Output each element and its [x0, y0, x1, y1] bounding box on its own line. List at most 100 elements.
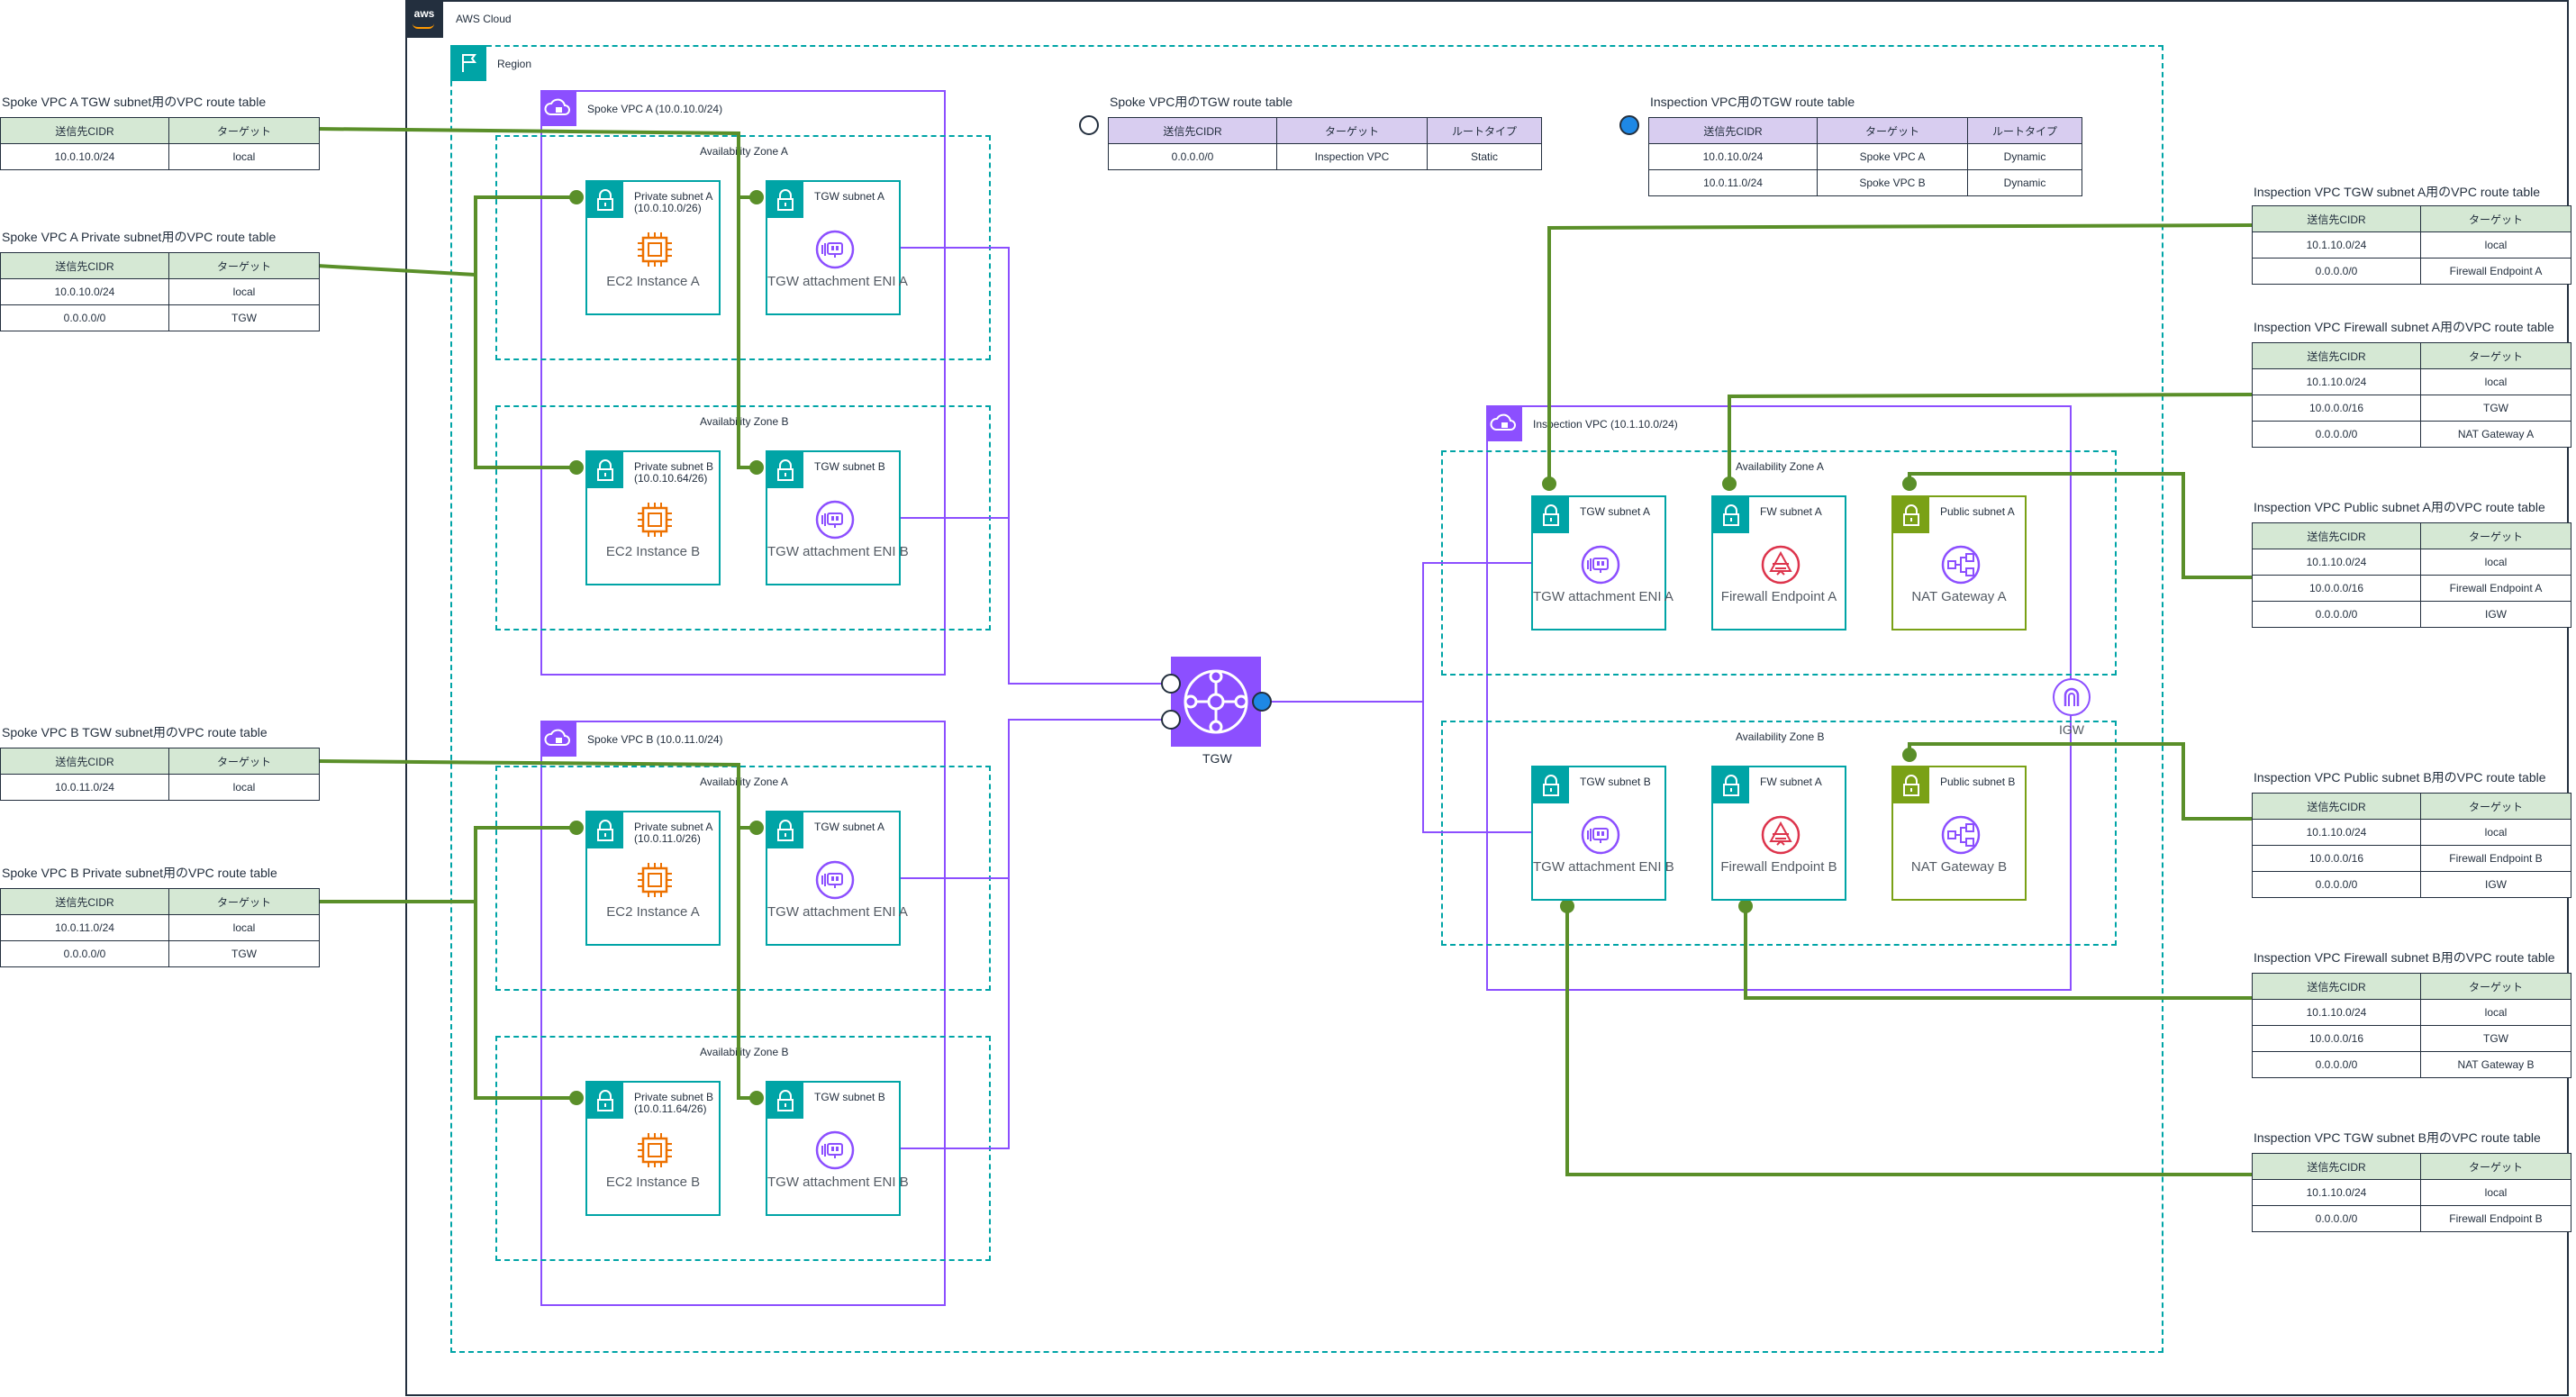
- route-table-title: Inspection VPC用のTGW route table: [1650, 95, 1855, 109]
- az-label: Availability Zone A: [700, 145, 788, 158]
- route-table-title: Inspection VPC TGW subnet A用のVPC route t…: [2254, 185, 2541, 199]
- route-table-cell: 0.0.0.0/0: [2252, 601, 2421, 628]
- route-table-row: 10.1.10.0/24 local: [2252, 1179, 2571, 1206]
- aws-cloud-label: AWS Cloud: [456, 13, 512, 25]
- route-table-spoke-a-priv: 送信先CIDR ターゲット 10.0.10.0/24 local 0.0.0.0/0 TG…: [0, 252, 320, 331]
- route-table-row: 10.1.10.0/24 local: [2252, 549, 2571, 576]
- route-table-row: 0.0.0.0/0 NAT Gateway A: [2252, 421, 2571, 448]
- inspection-tgw-subnet-a[interactable]: TGW subnet A TGW attachment ENI A: [1531, 495, 1673, 630]
- route-table-header-cell: ターゲット: [1276, 117, 1428, 144]
- route-table-row: 10.1.10.0/24 local: [2252, 819, 2571, 846]
- tgw-attachment-eni-icon[interactable]: [814, 1129, 856, 1171]
- tgw-attachment-eni-icon[interactable]: [814, 859, 856, 901]
- spoke-vpc-a-label: Spoke VPC A (10.0.10.0/24): [587, 103, 723, 115]
- route-table-cell: Dynamic: [1967, 169, 2082, 196]
- route-table-spoke-tgw-rt: 送信先CIDR ターゲット ルートタイプ 0.0.0.0/0 Inspection VP…: [1108, 117, 1542, 170]
- transit-gateway[interactable]: [1171, 657, 1261, 747]
- route-table-insp-tgw-b: 送信先CIDR ターゲット 10.1.10.0/24 local 0.0.0.0/0 Fi…: [2252, 1153, 2571, 1232]
- tgw-attachment-eni-icon[interactable]: [814, 229, 856, 270]
- vpc-icon: [1486, 405, 1522, 441]
- route-table-cell: local: [2420, 999, 2571, 1026]
- route-table-cell: 10.0.0.0/16: [2252, 575, 2421, 602]
- route-table-header-row: 送信先CIDR ターゲット: [2252, 793, 2571, 820]
- spoke-a-tgw-subnet-b[interactable]: TGW subnet B TGW attachment ENI B: [766, 450, 909, 585]
- spoke-b-tgw-subnet-b[interactable]: TGW subnet B TGW attachment ENI B: [766, 1081, 909, 1216]
- route-table-header-cell: 送信先CIDR: [2252, 1153, 2421, 1180]
- route-table-cell: Dynamic: [1967, 143, 2082, 170]
- route-table-row: 10.0.0.0/16 Firewall Endpoint A: [2252, 575, 2571, 602]
- firewall-endpoint-label: Firewall Endpoint B: [1720, 859, 1837, 875]
- subnet-label: Private subnet B (10.0.10.64/26): [634, 460, 714, 485]
- route-table-cell: 10.0.10.0/24: [0, 278, 169, 305]
- route-table-header-cell: 送信先CIDR: [2252, 793, 2421, 820]
- ec2-instance-icon[interactable]: [634, 229, 676, 270]
- route-table-cell: local: [2420, 549, 2571, 576]
- inspection-public-subnet-a[interactable]: Public subnet A NAT Gateway A: [1891, 495, 2027, 630]
- route-table-header-cell: ターゲット: [2420, 1153, 2571, 1180]
- spoke-b-private-subnet-b[interactable]: Private subnet B (10.0.11.64/26) EC2 Inst…: [585, 1081, 721, 1216]
- vpc-icon: [540, 721, 576, 757]
- tgw-attachment-port-spoke-a[interactable]: [1161, 674, 1181, 694]
- route-table-row: 10.0.11.0/24 Spoke VPC B Dynamic: [1648, 169, 2082, 196]
- nat-gateway-icon[interactable]: [1940, 814, 1982, 856]
- route-table-row: 10.0.10.0/24 local: [0, 143, 320, 170]
- route-table-title: Spoke VPC A Private subnet用のVPC route ta…: [2, 230, 277, 244]
- tgw-attachment-port-spoke-b[interactable]: [1161, 710, 1181, 730]
- ec2-instance-icon[interactable]: [634, 1129, 676, 1171]
- spoke-b-tgw-subnet-a[interactable]: TGW subnet A TGW attachment ENI A: [766, 811, 908, 946]
- route-table-cell: NAT Gateway A: [2420, 421, 2571, 448]
- route-table-cell: 10.0.0.0/16: [2252, 845, 2421, 872]
- route-table-title: Inspection VPC TGW subnet B用のVPC route t…: [2254, 1130, 2541, 1145]
- tgw-attachment-eni-icon[interactable]: [1580, 814, 1621, 856]
- spoke-a-private-subnet-a[interactable]: Private subnet A (10.0.10.0/26) EC2 Insta…: [585, 180, 721, 315]
- subnet-lock-icon: [1533, 767, 1569, 808]
- route-table-cell: Firewall Endpoint A: [2420, 575, 2571, 602]
- inspection-fw-subnet-b[interactable]: FW subnet A Firewall Endpoint B: [1711, 766, 1846, 901]
- firewall-endpoint-icon[interactable]: [1760, 544, 1801, 585]
- spoke-a-tgw-subnet-a[interactable]: TGW subnet A TGW attachment ENI A: [766, 180, 908, 315]
- ec2-instance-icon[interactable]: [634, 859, 676, 901]
- aws-logo-icon: aws: [405, 0, 443, 38]
- route-table-cell: NAT Gateway B: [2420, 1051, 2571, 1078]
- route-table-cell: 10.0.10.0/24: [0, 143, 169, 170]
- subnet-lock-icon: [1533, 497, 1569, 538]
- ec2-instance-icon[interactable]: [634, 499, 676, 540]
- route-table-cell: 0.0.0.0/0: [2252, 871, 2421, 898]
- az-label: Availability Zone B: [1736, 730, 1825, 743]
- inspection-tgw-subnet-b[interactable]: TGW subnet B TGW attachment ENI B: [1531, 766, 1674, 901]
- route-table-header-row: 送信先CIDR ターゲット: [2252, 522, 2571, 549]
- spoke-a-private-subnet-b[interactable]: Private subnet B (10.0.10.64/26) EC2 Inst…: [585, 450, 721, 585]
- subnet-lock-icon: [1893, 767, 1929, 808]
- route-table-row: 10.0.10.0/24 Spoke VPC A Dynamic: [1648, 143, 2082, 170]
- subnet-label: Public subnet A: [1940, 505, 2015, 518]
- inspection-fw-subnet-a[interactable]: FW subnet A Firewall Endpoint A: [1711, 495, 1846, 630]
- inspection-public-subnet-b[interactable]: Public subnet B NAT Gateway B: [1891, 766, 2027, 901]
- route-table-cell: IGW: [2420, 601, 2571, 628]
- route-table-insp-pub-b: 送信先CIDR ターゲット 10.1.10.0/24 local 10.0.0.0/16…: [2252, 793, 2571, 898]
- nat-gateway-icon[interactable]: [1940, 544, 1982, 585]
- igw-icon[interactable]: [2052, 677, 2091, 717]
- route-table-cell: 10.1.10.0/24: [2252, 231, 2421, 259]
- subnet-lock-icon: [587, 1083, 623, 1123]
- route-table-cell: local: [2420, 819, 2571, 846]
- route-table-header-row: 送信先CIDR ターゲット: [2252, 1153, 2571, 1180]
- region-label: Region: [497, 58, 532, 70]
- route-table-header-cell: ルートタイプ: [1967, 117, 2082, 144]
- tgw-attachment-eni-icon[interactable]: [1580, 544, 1621, 585]
- route-table-header-cell: ルートタイプ: [1427, 117, 1542, 144]
- route-table-header-row: 送信先CIDR ターゲット: [0, 888, 320, 915]
- route-table-header-cell: ターゲット: [2420, 205, 2571, 232]
- spoke-b-private-subnet-a[interactable]: Private subnet A (10.0.11.0/26) EC2 Insta…: [585, 811, 721, 946]
- tgw-attachment-eni-icon[interactable]: [814, 499, 856, 540]
- route-table-row: 0.0.0.0/0 TGW: [0, 304, 320, 331]
- firewall-endpoint-icon[interactable]: [1760, 814, 1801, 856]
- tgw-attachment-port-inspection[interactable]: [1252, 692, 1272, 712]
- route-table-cell: 10.1.10.0/24: [2252, 368, 2421, 395]
- subnet-lock-icon: [587, 182, 623, 222]
- route-table-cell: Firewall Endpoint B: [2420, 845, 2571, 872]
- subnet-label: TGW subnet B: [814, 1091, 885, 1103]
- subnet-label: Public subnet B: [1940, 776, 2016, 788]
- route-table-cell: local: [168, 278, 320, 305]
- region-flag-icon: [450, 45, 486, 81]
- eni-label: TGW attachment ENI A: [767, 274, 908, 289]
